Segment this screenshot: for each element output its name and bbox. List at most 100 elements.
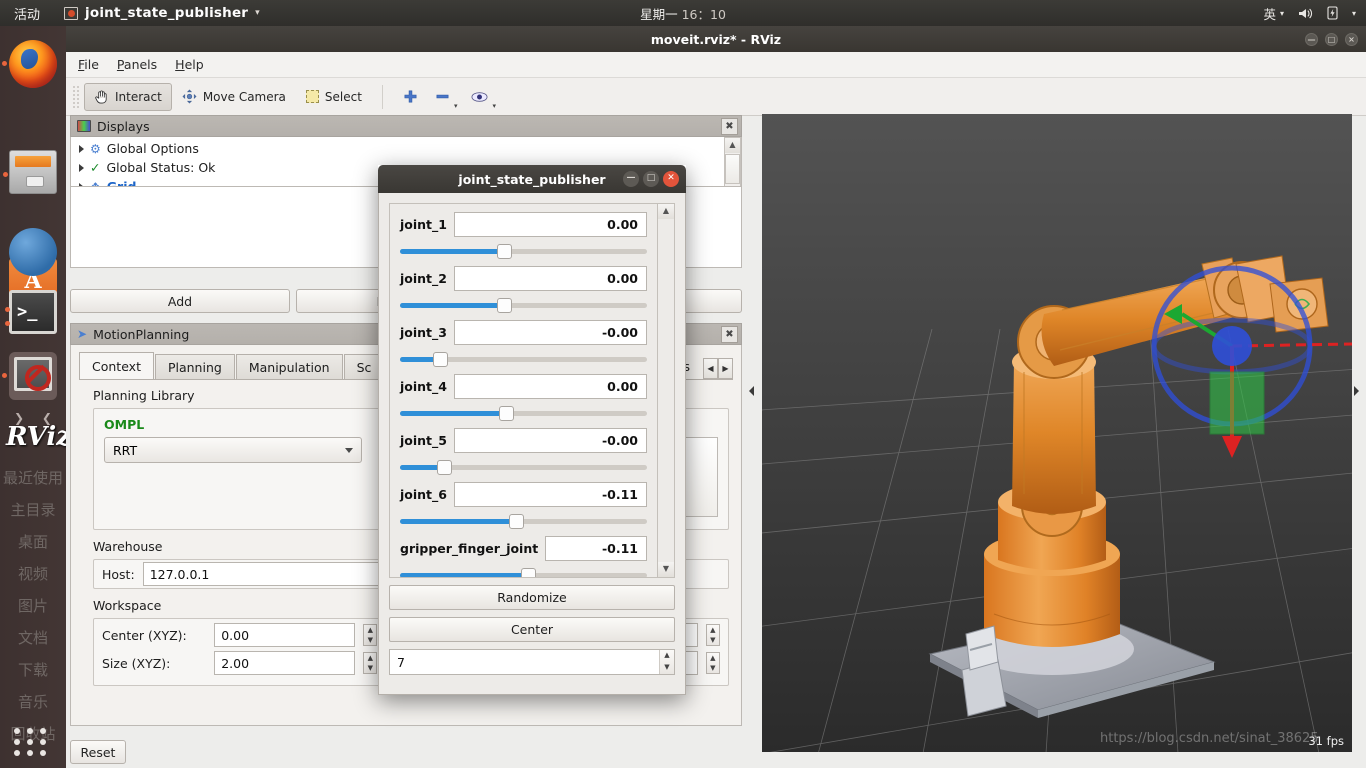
folder-item[interactable]: 音乐 (0, 686, 66, 718)
workspace-center-x-stepper[interactable]: ▲ ▼ (363, 624, 378, 646)
joint-value-input[interactable]: 0.00 (453, 374, 647, 399)
jsp-number-spinbox[interactable]: 7 ▲ ▼ (389, 649, 675, 675)
input-method-indicator[interactable]: 英 ▾ (1263, 4, 1284, 23)
folder-item[interactable]: 视频 (0, 558, 66, 590)
joint-value-input[interactable]: -0.11 (453, 482, 647, 507)
close-icon[interactable]: ✖ (721, 118, 738, 135)
chevron-down-icon[interactable]: ▾ (492, 102, 496, 110)
interact-tool-button[interactable]: Interact (84, 82, 172, 111)
tab-manipulation[interactable]: Manipulation (235, 354, 343, 379)
clock[interactable]: 星期一 16：10 (640, 4, 726, 23)
jsp-titlebar[interactable]: joint_state_publisher — □ ✕ (378, 165, 686, 193)
workspace-center-x-input[interactable]: 0.00 (214, 623, 356, 647)
joint-value-input[interactable]: -0.11 (545, 536, 647, 561)
tree-item-global-options[interactable]: ⚙ Global Options (71, 139, 724, 158)
launcher-item-rviz[interactable] (2, 352, 57, 400)
reset-button[interactable]: Reset (70, 740, 126, 764)
right-splitter-handle[interactable] (1351, 381, 1361, 401)
launcher-item-files[interactable] (3, 150, 57, 194)
joint-value-input[interactable]: 0.00 (453, 212, 647, 237)
slider-knob[interactable] (499, 406, 515, 421)
joint-value-input[interactable]: -0.00 (453, 428, 647, 453)
add-display-button[interactable]: Add (70, 289, 290, 313)
chevron-down-icon[interactable]: ▾ (255, 8, 260, 18)
joint-slider[interactable] (400, 243, 647, 259)
chevron-right-icon[interactable] (79, 163, 84, 172)
folder-item[interactable]: 主目录 (0, 494, 66, 526)
record-icon (64, 6, 79, 20)
jsp-maximize-button[interactable]: □ (643, 171, 659, 187)
battery-icon[interactable] (1327, 6, 1338, 20)
window-titlebar[interactable]: moveit.rviz* - RViz — □ × (66, 26, 1366, 52)
remove-tool-button[interactable]: ▾ (428, 83, 465, 111)
folder-item[interactable]: 桌面 (0, 526, 66, 558)
menu-help[interactable]: Help (175, 57, 204, 72)
launcher-item-terminal[interactable]: >_ (5, 290, 57, 334)
randomize-button[interactable]: Randomize (389, 585, 675, 610)
close-icon[interactable]: ✖ (721, 326, 738, 343)
toolbar-grip[interactable] (72, 84, 80, 109)
show-applications-button[interactable] (14, 728, 52, 758)
ubuntu-launcher: >_ ❯ ❮ RViz 最近使用 主目录 桌面 视频 图片 文档 下载 音乐 回… (0, 26, 71, 768)
launcher-item-firefox[interactable] (2, 40, 57, 88)
view-tool-button[interactable]: ▾ (464, 83, 503, 111)
minimize-button[interactable]: — (1305, 32, 1318, 46)
speaker-icon[interactable] (1298, 7, 1313, 20)
jsp-close-button[interactable]: ✕ (663, 171, 679, 187)
tab-context[interactable]: Context (79, 352, 154, 379)
select-tool-button[interactable]: Select (296, 83, 372, 111)
workspace-size-x-stepper[interactable]: ▲ ▼ (363, 652, 378, 674)
maximize-button[interactable]: □ (1325, 32, 1338, 46)
workspace-center-z-stepper[interactable]: ▲ ▼ (705, 624, 720, 646)
center-button[interactable]: Center (389, 617, 675, 642)
scroll-up-icon[interactable]: ▲ (725, 138, 740, 153)
close-button[interactable]: × (1345, 32, 1358, 46)
folder-item[interactable]: 文档 (0, 622, 66, 654)
menu-file[interactable]: File (78, 57, 99, 72)
tab-scroll-prev[interactable]: ◀ (703, 358, 718, 379)
folder-item[interactable]: 图片 (0, 590, 66, 622)
scrollbar-thumb[interactable] (725, 154, 740, 184)
slider-knob[interactable] (437, 460, 453, 475)
system-menu-chevron-icon[interactable]: ▾ (1352, 9, 1356, 18)
workspace-size-z-stepper[interactable]: ▲ ▼ (705, 652, 720, 674)
jsp-minimize-button[interactable]: — (623, 171, 639, 187)
minus-icon (436, 94, 449, 99)
joint-slider[interactable] (400, 567, 647, 577)
left-splitter-handle[interactable] (746, 381, 756, 401)
menu-panels[interactable]: Panels (117, 57, 157, 72)
joint-slider[interactable] (400, 351, 647, 367)
folder-item[interactable]: 最近使用 (0, 462, 66, 494)
slider-knob[interactable] (496, 298, 512, 313)
joint-slider[interactable] (400, 297, 647, 313)
joint-value-input[interactable]: 0.00 (453, 266, 647, 291)
joint-slider[interactable] (400, 459, 647, 475)
scroll-down-icon[interactable]: ▼ (658, 562, 674, 577)
slider-knob[interactable] (432, 352, 448, 367)
activities-button[interactable]: 活动 (14, 4, 40, 23)
folder-item[interactable]: 下载 (0, 654, 66, 686)
tab-planning[interactable]: Planning (154, 354, 235, 379)
slider-knob[interactable] (521, 568, 537, 577)
window-controls: — □ × (1305, 32, 1358, 46)
joint-slider[interactable] (400, 513, 647, 529)
ompl-planner-select[interactable]: RRT (104, 437, 362, 463)
workspace-size-x-input[interactable]: 2.00 (214, 651, 356, 675)
hand-icon (95, 90, 107, 104)
launcher-item-help[interactable] (9, 228, 57, 276)
add-tool-button[interactable] (393, 83, 428, 111)
chevron-down-icon[interactable]: ▾ (454, 102, 458, 110)
jsp-scrollbar[interactable]: ▲ ▼ (657, 204, 674, 577)
tab-scroll-next[interactable]: ▶ (718, 358, 733, 379)
slider-knob[interactable] (496, 244, 512, 259)
joint-value-input[interactable]: -0.00 (453, 320, 647, 345)
jsp-number-stepper[interactable]: ▲ ▼ (659, 650, 674, 674)
move-camera-tool-button[interactable]: Move Camera (172, 83, 296, 111)
scroll-up-icon[interactable]: ▲ (658, 204, 674, 219)
joint-slider[interactable] (400, 405, 647, 421)
slider-knob[interactable] (509, 514, 525, 529)
3d-viewport[interactable]: https://blog.csdn.net/sinat_38625 31 fps (762, 114, 1352, 752)
active-app-name[interactable]: joint_state_publisher (85, 5, 248, 21)
chevron-right-icon[interactable] (79, 144, 84, 153)
joint-name: joint_5 (400, 433, 447, 448)
